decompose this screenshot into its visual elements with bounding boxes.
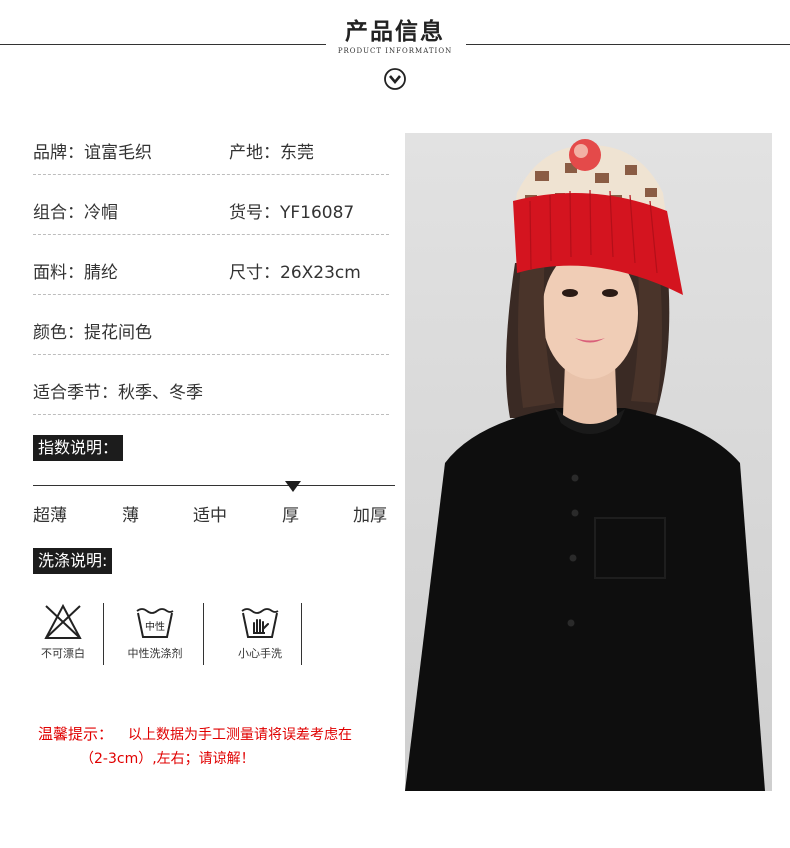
washing-heading: 洗涤说明: [33,548,113,574]
care-divider [301,603,302,665]
care-label: 小心手洗 [238,647,282,660]
care-item-hand-wash: 小心手洗 [220,603,300,661]
brand-text: 品牌：谊富毛织 [33,143,152,163]
care-item-no-bleach: 不可漂白 [23,603,103,661]
size-text: 尺寸：26X23cm [229,263,361,283]
thickness-heading: 指数说明： [33,435,124,461]
thickness-level: 适中 [193,506,227,526]
group-text: 组合：冷帽 [33,203,118,223]
hand-wash-icon [241,608,279,638]
model-wearing-hat-image [405,133,772,791]
section-subtitle: PRODUCT INFORMATION [337,47,453,55]
thickness-level: 厚 [282,506,299,526]
info-row-season: 适合季节：秋季、冬季 [33,370,389,415]
no-bleach-icon [44,603,82,639]
care-item-neutral-detergent: 中性 中性洗涤剂 [115,603,195,661]
material-text: 面料：腈纶 [33,263,118,283]
info-row-brand: 品牌：谊富毛织 产地：东莞 [33,130,389,175]
notice-line2: （2-3cm）,左右；请谅解！ [80,751,255,767]
season-text: 适合季节：秋季、冬季 [33,383,203,403]
product-photo [405,133,772,791]
section-title: 产品信息 [345,19,445,45]
care-label: 不可漂白 [41,647,85,660]
thickness-indicator-icon [285,481,301,492]
color-text: 颜色：提花间色 [33,323,152,343]
care-divider [103,603,104,665]
thickness-level: 薄 [122,506,139,526]
notice-prefix: 温馨提示： [38,725,114,743]
thickness-level: 超薄 [33,506,67,526]
origin-text: 产地：东莞 [229,143,314,163]
care-label: 中性洗涤剂 [127,647,183,660]
info-row-material: 面料：腈纶 尺寸：26X23cm [33,250,389,295]
info-row-group: 组合：冷帽 货号：YF16087 [33,190,389,235]
item-no-text: 货号：YF16087 [229,203,355,223]
icon-text: 中性 [145,620,165,633]
chevron-down-circle-icon [384,68,406,90]
notice-line1: 以上数据为手工测量请将误差考虑在 [128,727,352,743]
info-row-color: 颜色：提花间色 [33,310,389,355]
thickness-level: 加厚 [353,506,387,526]
thickness-scale-line [33,485,395,486]
neutral-detergent-icon: 中性 [136,608,174,638]
care-divider [203,603,204,665]
